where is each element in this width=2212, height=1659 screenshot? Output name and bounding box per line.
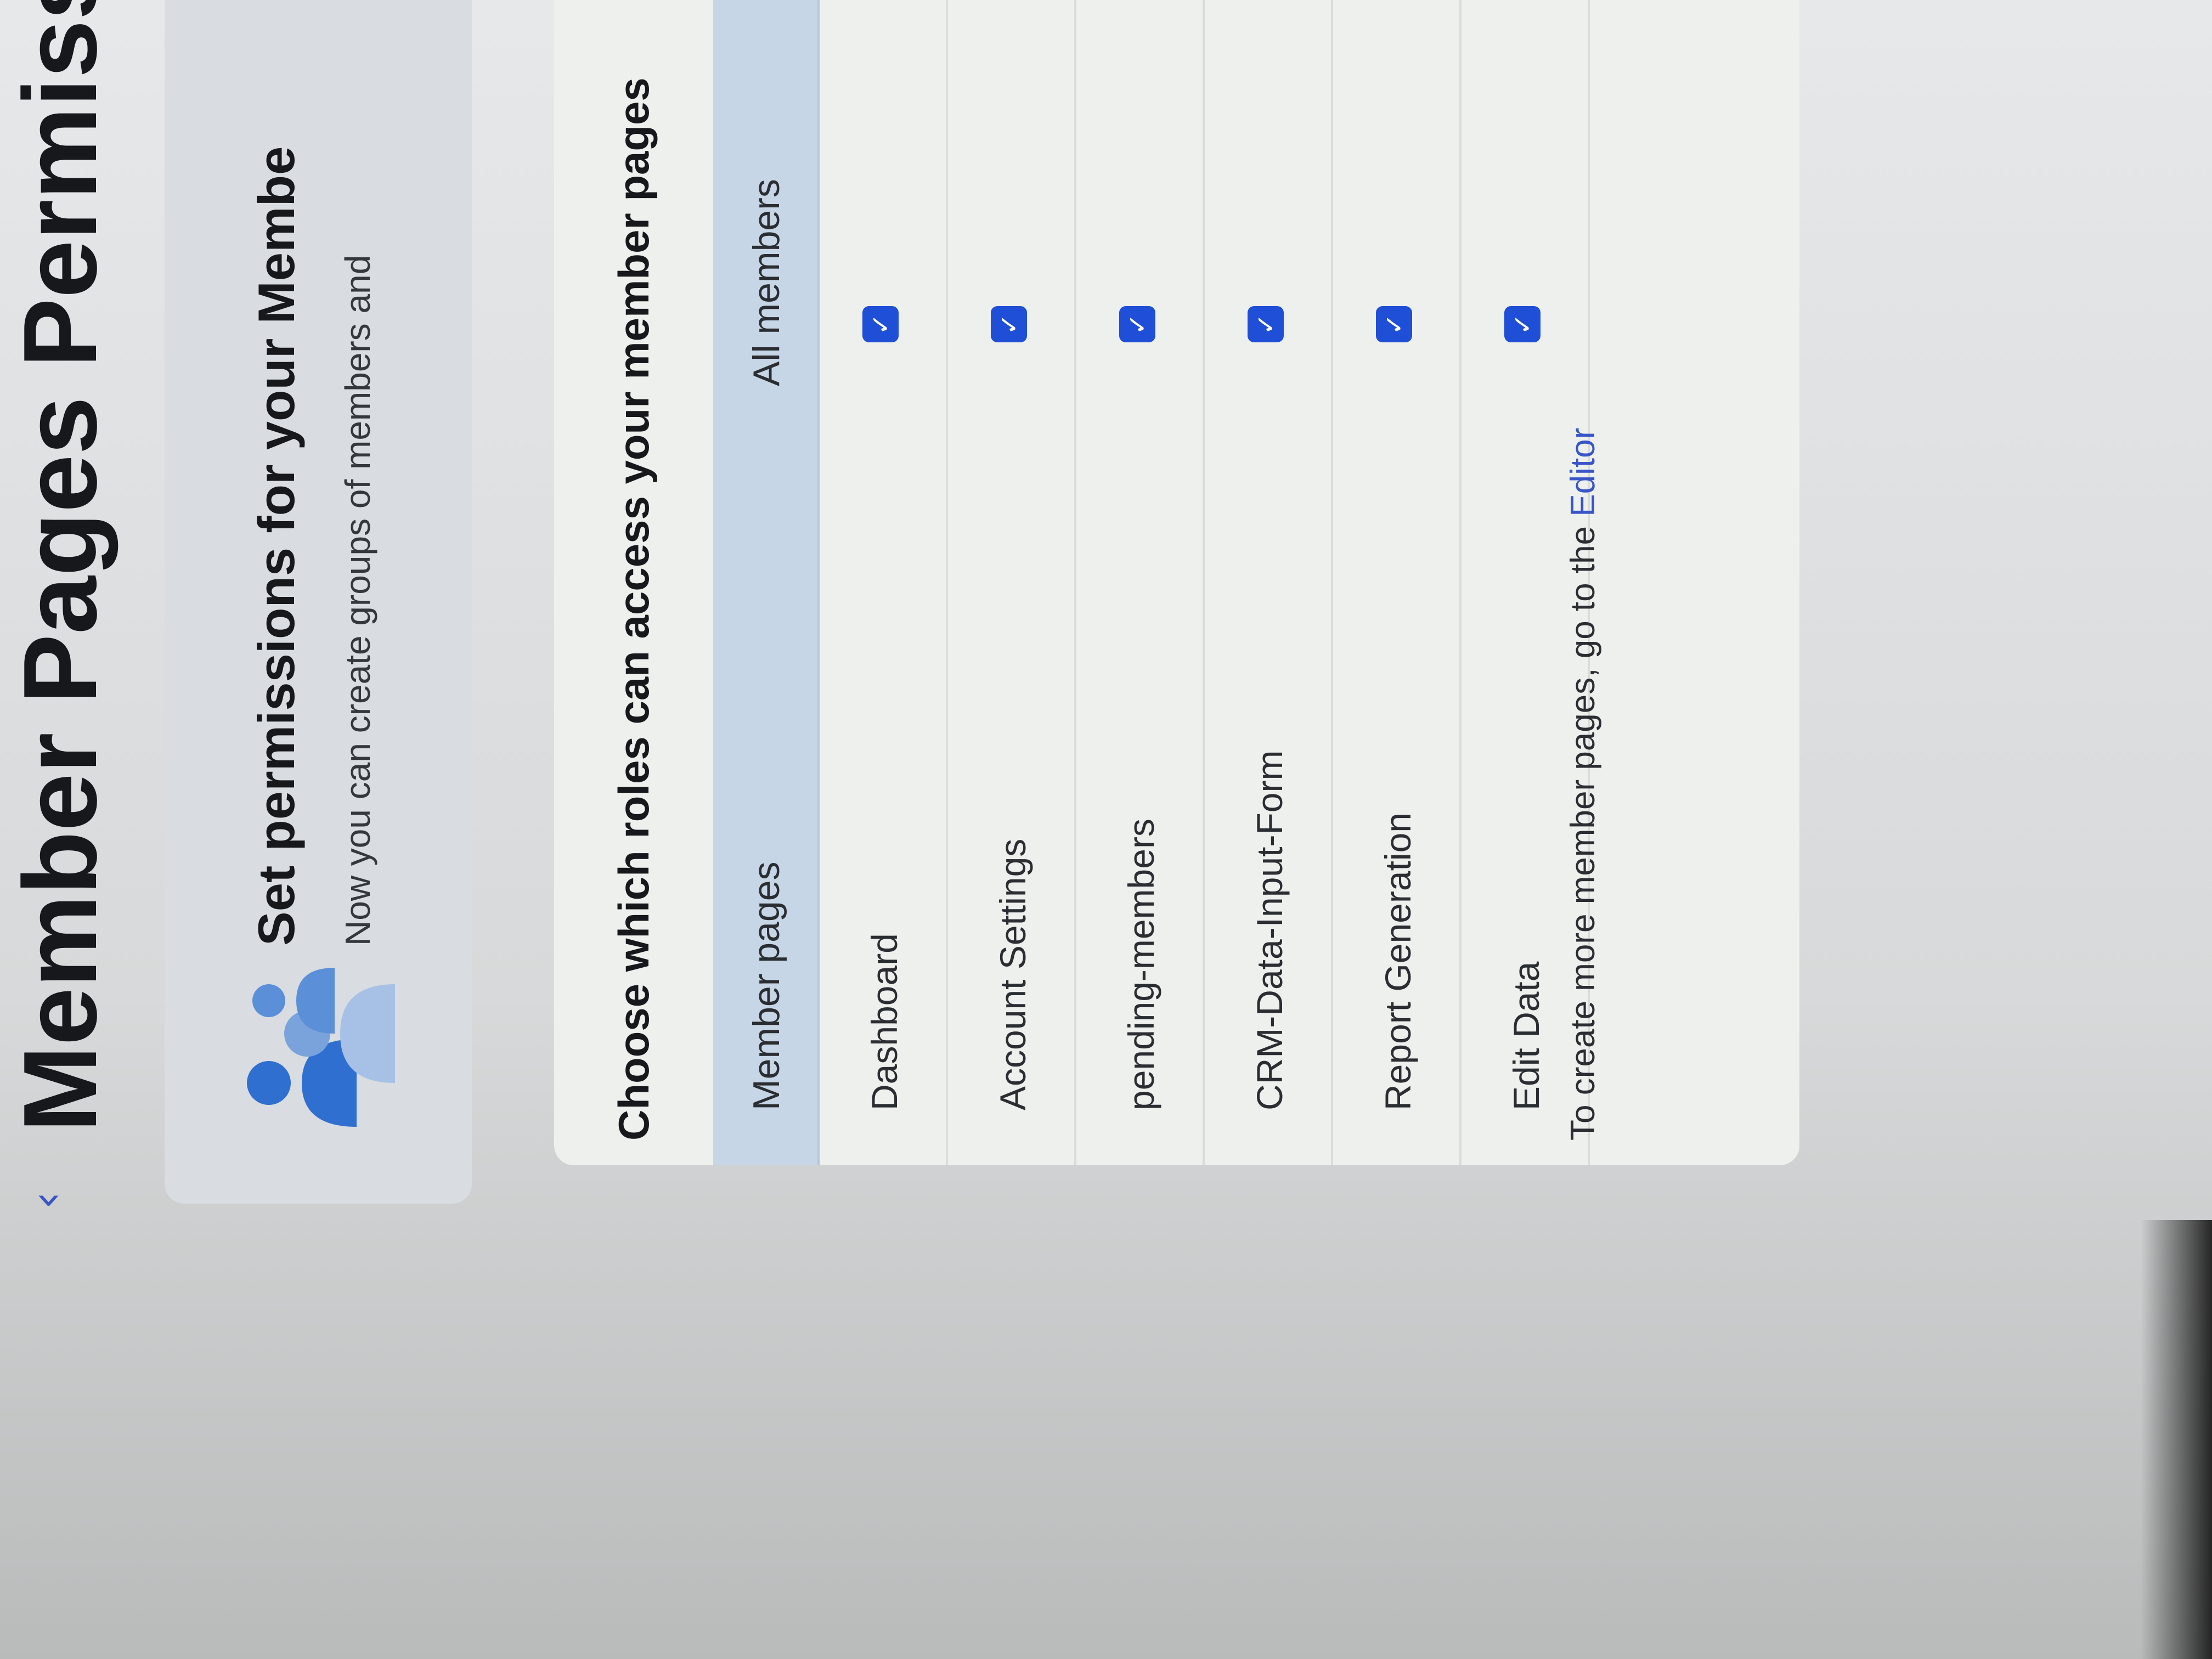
all-members-checkbox[interactable]: ✓ [862,306,899,342]
table-row: Report Generation ✓ [1333,0,1462,1165]
table-row: CRM-Data-Input-Form ✓ [1205,0,1333,1165]
checkmark-icon: ✓ [866,313,895,335]
all-members-checkbox[interactable]: ✓ [1119,306,1155,342]
permissions-table: Member pages All members Dashboard ✓ Acc… [713,0,1590,1165]
table-header: Member pages All members [713,0,820,1165]
all-members-checkbox[interactable]: ✓ [1376,306,1412,342]
table-row: pending-members ✓ [1076,0,1205,1165]
members-group-icon [247,968,395,1127]
all-members-checkbox[interactable]: ✓ [1504,306,1541,342]
footer-note: To create more member pages, go to the E… [1564,428,1602,1141]
member-pages-permissions-screen: ‹ Member Pages Permissions Set permissio… [0,0,1810,1659]
permissions-heading: Choose which roles can access your membe… [610,77,658,1141]
info-banner: Set permissions for your Membe Now you c… [165,0,472,1204]
checkmark-icon: ✓ [1251,313,1280,335]
checkmark-icon: ✓ [1508,313,1537,335]
chevron-left-icon: ‹ [21,1192,72,1209]
editor-link[interactable]: Editor [1564,428,1602,517]
page-name: Edit Data [1506,961,1547,1110]
table-row: Dashboard ✓ [820,0,948,1165]
all-members-checkbox[interactable]: ✓ [1248,306,1284,342]
banner-subtitle: Now you can create groups of members and [338,255,377,946]
checkmark-icon: ✓ [994,313,1024,335]
all-members-checkbox[interactable]: ✓ [991,306,1027,342]
page-name: Report Generation [1378,812,1418,1110]
column-member-pages: Member pages [746,861,787,1110]
banner-title: Set permissions for your Membe [247,146,305,946]
back-button[interactable]: ‹ [21,1165,72,1209]
photo-shadow [2141,1220,2212,1659]
column-all-members: All members [746,179,787,386]
footer-text: To create more member pages, go to the [1564,516,1602,1141]
page-name: pending-members [1121,819,1161,1110]
checkmark-icon: ✓ [1379,313,1409,335]
checkmark-icon: ✓ [1122,313,1152,335]
page-title: Member Pages Permissions [2,0,119,1132]
page-name: Account Settings [992,838,1033,1110]
page-name: Dashboard [864,933,905,1110]
table-row: Account Settings ✓ [948,0,1076,1165]
permissions-card: Choose which roles can access your membe… [554,0,1799,1165]
page-name: CRM-Data-Input-Form [1249,750,1290,1110]
